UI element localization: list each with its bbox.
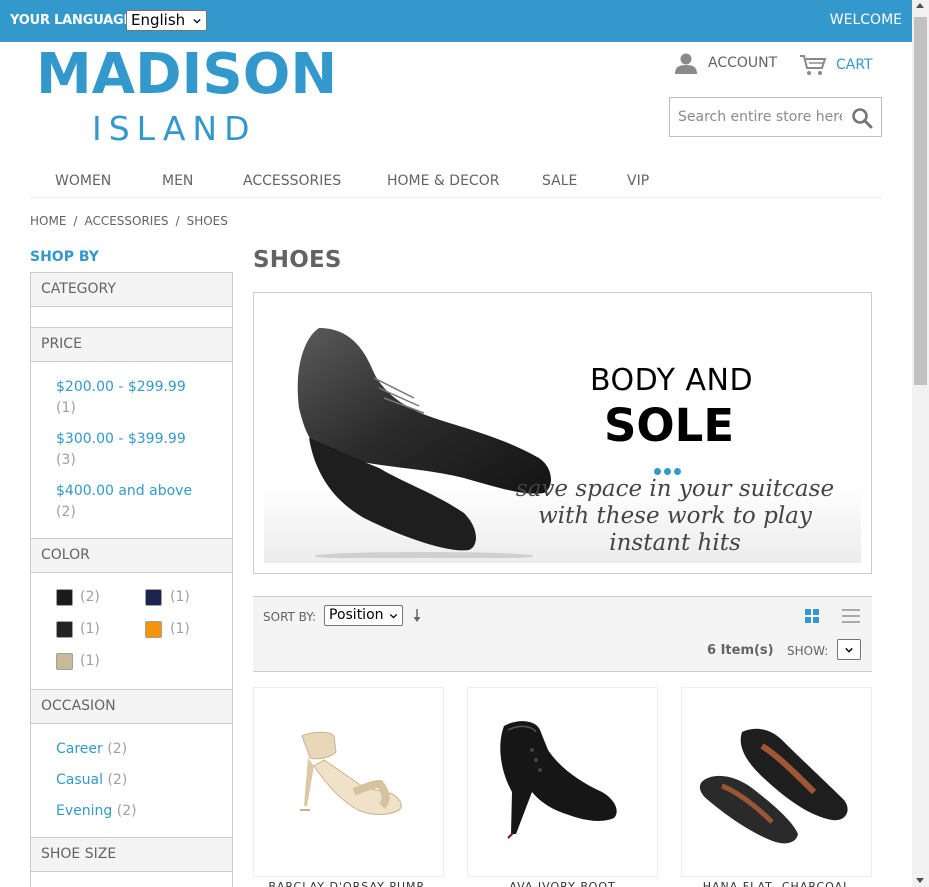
chevron-down-icon bbox=[389, 613, 398, 619]
black-bootie-image bbox=[500, 721, 617, 839]
nav-item-men[interactable]: MEN bbox=[162, 173, 193, 189]
filter-occasion-title[interactable]: OCCASION bbox=[31, 690, 232, 724]
show-label: SHOW: bbox=[787, 644, 829, 658]
main-navigation: WOMEN MEN ACCESSORIES HOME & DECOR SALE … bbox=[30, 165, 882, 198]
list-view-icon[interactable] bbox=[842, 609, 860, 623]
cart-icon bbox=[800, 55, 827, 75]
nav-item-sale[interactable]: SALE bbox=[542, 173, 577, 189]
product-card[interactable] bbox=[467, 687, 658, 877]
occasion-label: Casual bbox=[56, 772, 103, 788]
grid-view-icon[interactable] bbox=[805, 609, 819, 623]
color-swatch-count: (1) bbox=[170, 621, 190, 637]
search-box bbox=[669, 97, 882, 137]
banner-heading: BODY AND bbox=[590, 363, 754, 398]
filter-category-title[interactable]: CATEGORY bbox=[31, 273, 232, 307]
breadcrumb-separator: / bbox=[175, 214, 180, 228]
price-range-count: (3) bbox=[56, 452, 76, 468]
chevron-down-icon bbox=[193, 18, 201, 24]
filter-category: CATEGORY bbox=[30, 272, 233, 328]
product-name[interactable]: AVA IVORY BOOT bbox=[467, 880, 658, 887]
color-swatch-count: (1) bbox=[80, 621, 100, 637]
chevron-down-icon bbox=[845, 647, 853, 653]
dot-icon bbox=[664, 468, 671, 475]
sort-direction-arrow-icon[interactable] bbox=[412, 608, 422, 624]
occasion-link[interactable]: Career (2) bbox=[56, 741, 127, 757]
nav-item-vip[interactable]: VIP bbox=[627, 173, 649, 189]
price-range-link[interactable]: $400.00 and above bbox=[56, 483, 192, 499]
logo-line-2: ISLAND bbox=[92, 109, 257, 148]
filter-color-title[interactable]: COLOR bbox=[31, 539, 232, 573]
cart-link[interactable]: CART bbox=[799, 54, 873, 76]
nude-sandal-image bbox=[300, 731, 402, 815]
show-limit-select[interactable] bbox=[837, 639, 861, 660]
occasion-link[interactable]: Casual (2) bbox=[56, 772, 127, 788]
page-scrollbar[interactable] bbox=[912, 0, 929, 887]
banner-tagline: save space in your suitcase with these w… bbox=[515, 476, 835, 556]
language-select-value: English bbox=[131, 11, 186, 29]
user-icon bbox=[675, 53, 697, 74]
color-swatch-count: (1) bbox=[80, 653, 100, 669]
occasion-count: (2) bbox=[107, 772, 128, 788]
filter-shoe-size: SHOE SIZE bbox=[30, 837, 233, 887]
occasion-count: (2) bbox=[116, 803, 137, 819]
price-range-count: (2) bbox=[56, 504, 76, 520]
color-swatch[interactable] bbox=[145, 621, 162, 638]
occasion-count: (2) bbox=[107, 741, 128, 757]
nav-item-accessories[interactable]: ACCESSORIES bbox=[243, 173, 341, 189]
language-label: YOUR LANGUAGE: bbox=[10, 13, 138, 28]
color-swatch[interactable] bbox=[145, 589, 162, 606]
banner-image: BODY AND SOLE save space in your suitcas… bbox=[264, 303, 861, 563]
breadcrumb-separator: / bbox=[73, 214, 78, 228]
product-toolbar: SORT BY: Position 6 Item(s) SHOW: bbox=[253, 596, 872, 672]
header-top-bar: YOUR LANGUAGE: English WELCOME bbox=[0, 0, 912, 42]
sort-by-label: SORT BY: bbox=[263, 610, 317, 624]
occasion-link[interactable]: Evening (2) bbox=[56, 803, 137, 819]
product-card[interactable] bbox=[681, 687, 872, 877]
filter-shoe-size-title[interactable]: SHOE SIZE bbox=[31, 838, 232, 872]
color-swatch[interactable] bbox=[56, 621, 73, 638]
nav-item-home-decor[interactable]: HOME & DECOR bbox=[387, 173, 499, 189]
search-icon[interactable] bbox=[851, 107, 873, 129]
account-link[interactable]: ACCOUNT bbox=[674, 52, 777, 74]
logo-line-1: MADISON bbox=[36, 42, 338, 107]
account-label: ACCOUNT bbox=[708, 55, 778, 71]
sort-by-select[interactable]: Position bbox=[324, 605, 403, 626]
occasion-label: Evening bbox=[56, 803, 113, 819]
breadcrumb-accessories[interactable]: ACCESSORIES bbox=[84, 214, 168, 228]
shop-by-heading: SHOP BY bbox=[30, 249, 99, 265]
sort-by-value: Position bbox=[329, 607, 384, 623]
color-swatch-count: (2) bbox=[80, 589, 100, 605]
scrollbar-thumb[interactable] bbox=[914, 17, 927, 385]
breadcrumb-home[interactable]: HOME bbox=[30, 214, 66, 228]
price-range-link[interactable]: $300.00 - $399.99 bbox=[56, 431, 186, 447]
price-range-link[interactable]: $200.00 - $299.99 bbox=[56, 379, 186, 395]
scroll-up-arrow-icon[interactable] bbox=[916, 3, 924, 8]
dot-icon bbox=[674, 468, 681, 475]
welcome-message: WELCOME bbox=[829, 12, 902, 28]
breadcrumb-current: SHOES bbox=[186, 214, 228, 228]
color-swatch-count: (1) bbox=[170, 589, 190, 605]
breadcrumb: HOME / ACCESSORIES / SHOES bbox=[30, 214, 228, 228]
color-swatch[interactable] bbox=[56, 653, 73, 670]
product-name[interactable]: BARCLAY D'ORSAY PUMP, NUDE bbox=[253, 880, 444, 887]
page-title: SHOES bbox=[253, 247, 342, 273]
category-banner[interactable]: BODY AND SOLE save space in your suitcas… bbox=[253, 292, 872, 574]
occasion-label: Career bbox=[56, 741, 103, 757]
filter-price-title[interactable]: PRICE bbox=[31, 328, 232, 362]
cart-label: CART bbox=[836, 57, 873, 73]
dot-icon bbox=[654, 468, 661, 475]
color-swatch[interactable] bbox=[56, 589, 73, 606]
items-count: 6 Item(s) bbox=[707, 643, 774, 658]
product-name[interactable]: HANA FLAT, CHARCOAL bbox=[681, 880, 872, 887]
language-select[interactable]: English bbox=[126, 10, 207, 31]
scroll-down-arrow-icon[interactable] bbox=[916, 878, 924, 883]
black-flat-image bbox=[699, 728, 848, 844]
nav-item-women[interactable]: WOMEN bbox=[55, 173, 111, 189]
search-input[interactable] bbox=[670, 98, 842, 136]
price-range-count: (1) bbox=[56, 400, 76, 416]
banner-subheading: SOLE bbox=[604, 399, 735, 452]
product-card[interactable] bbox=[253, 687, 444, 877]
